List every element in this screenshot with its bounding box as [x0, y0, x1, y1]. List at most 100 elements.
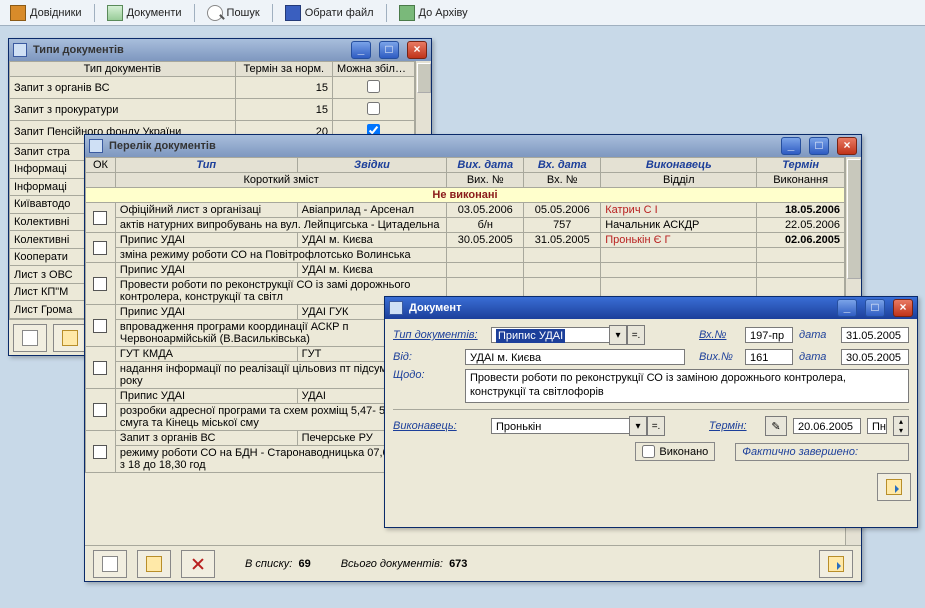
col-out-no[interactable]: Вих. № [447, 173, 524, 188]
executor-combo[interactable]: Пронькін ▾ =. [491, 416, 665, 436]
cell-ok[interactable] [86, 389, 116, 431]
delete-record-button[interactable] [181, 550, 215, 578]
titlebar-document[interactable]: Документ _ □ × [385, 297, 917, 319]
titlebar-doc-types[interactable]: Типи документів _ □ × [9, 39, 431, 61]
from-field[interactable]: УДАІ м. Києва [465, 349, 685, 365]
table-row[interactable]: Запит з прокуратури15 [10, 99, 415, 121]
col-from[interactable]: Звідки [297, 158, 447, 173]
can-inc-checkbox[interactable] [367, 80, 380, 93]
toolbar-to-archive[interactable]: До Архіву [395, 3, 472, 23]
col-can-inc[interactable]: Можна збільш. [332, 62, 414, 77]
in-no-field[interactable]: 197-пр [745, 327, 793, 343]
out-date-field[interactable]: 30.05.2005 [841, 349, 909, 365]
cell-ok[interactable] [86, 203, 116, 233]
table-row-detail[interactable]: актів натурних випробувань на вул. Лейпц… [86, 218, 845, 233]
close-button[interactable]: × [837, 137, 857, 155]
cell-ok[interactable] [86, 431, 116, 473]
toolbar-separator [386, 4, 387, 22]
cell-ok[interactable] [86, 347, 116, 389]
cell-can-inc [332, 77, 414, 99]
form-icon [13, 43, 27, 57]
title-document: Документ [409, 302, 461, 314]
scroll-thumb[interactable] [417, 63, 431, 93]
toolbar-references[interactable]: Довідники [6, 3, 86, 23]
cell-executor: Катрич С І [601, 203, 757, 218]
minimize-button[interactable]: _ [781, 137, 801, 155]
term-date-field[interactable]: 20.06.2005 [793, 418, 861, 434]
book-icon [10, 5, 26, 21]
out-no-field[interactable]: 161 [745, 349, 793, 365]
col-type[interactable]: Тип [115, 158, 297, 173]
term-spin[interactable]: ▴▾ [893, 416, 909, 436]
chevron-down-icon[interactable]: ▾ [609, 325, 627, 345]
edit-record-button[interactable] [137, 550, 171, 578]
done-checkbox[interactable] [642, 445, 655, 458]
new-icon [102, 556, 118, 572]
in-date-field[interactable]: 31.05.2005 [841, 327, 909, 343]
col-in-no[interactable]: Вх. № [524, 173, 601, 188]
group-header-not-done[interactable]: Не виконані [86, 188, 845, 203]
new-icon [22, 330, 38, 346]
cell-out-no [447, 248, 524, 263]
edit-record-button[interactable] [53, 324, 87, 352]
cell-ok[interactable] [86, 263, 116, 305]
toolbar-search-label: Пошук [227, 7, 260, 19]
col-short[interactable]: Короткий зміст [115, 173, 446, 188]
executor-value: Пронькін [491, 418, 629, 434]
label-from: Від: [393, 351, 459, 363]
cell-type: Припис УДАІ [115, 263, 297, 278]
table-row[interactable]: Припис УДАІУДАІ м. Києва30.05.200531.05.… [86, 233, 845, 248]
cell-type: Припис УДАІ [115, 233, 297, 248]
table-row[interactable]: Припис УДАІУДАІ м. Києва [86, 263, 845, 278]
col-term[interactable]: Термін [757, 158, 845, 173]
minimize-button[interactable]: _ [351, 41, 371, 59]
col-out-date[interactable]: Вих. дата [447, 158, 524, 173]
col-exec-date[interactable]: Виконання [757, 173, 845, 188]
col-dept[interactable]: Відділ [601, 173, 757, 188]
toolbar-documents-label: Документи [127, 7, 182, 19]
cell-type: Офіційний лист з організаці [115, 203, 297, 218]
close-button[interactable]: × [893, 299, 913, 317]
subject-field[interactable]: Провести роботи по реконструкції СО із з… [465, 369, 909, 403]
scroll-thumb[interactable] [847, 159, 861, 279]
cell-ok[interactable] [86, 305, 116, 347]
can-inc-checkbox[interactable] [367, 102, 380, 115]
maximize-button[interactable]: □ [809, 137, 829, 155]
titlebar-doc-list[interactable]: Перелік документів _ □ × [85, 135, 861, 157]
chevron-down-icon[interactable]: ▾ [629, 416, 647, 436]
label-doc-type: Тип документів: [393, 329, 485, 341]
table-row[interactable]: Офіційний лист з організаціАвіаприлад - … [86, 203, 845, 218]
maximize-button[interactable]: □ [865, 299, 885, 317]
done-checkbox-group[interactable]: Виконано [635, 442, 715, 461]
new-record-button[interactable] [93, 550, 127, 578]
col-ok[interactable]: ОК [86, 158, 116, 173]
table-row-detail[interactable]: зміна режиму роботи СО на Повітрофлотськ… [86, 248, 845, 263]
new-record-button[interactable] [13, 324, 47, 352]
form-icon [389, 301, 403, 315]
col-term[interactable]: Термін за норм. [235, 62, 332, 77]
delete-icon [190, 556, 206, 572]
cell-ok[interactable] [86, 233, 116, 263]
maximize-button[interactable]: □ [379, 41, 399, 59]
edit-icon [146, 556, 162, 572]
exit-button[interactable] [819, 550, 853, 578]
cell-short: зміна режиму роботи СО на Повітрофлотськ… [115, 248, 446, 263]
col-doc-type[interactable]: Тип документів [10, 62, 236, 77]
wand-icon[interactable]: ✎ [765, 416, 787, 436]
picker-button[interactable]: =. [647, 416, 665, 436]
picker-button[interactable]: =. [627, 325, 645, 345]
cell-term [757, 263, 845, 278]
diskette-icon [285, 5, 301, 21]
exit-button[interactable] [877, 473, 911, 501]
toolbar-search[interactable]: Пошук [203, 3, 264, 23]
doc-type-combo[interactable]: Припис УДАІ ▾ =. [491, 325, 645, 345]
toolbar-documents[interactable]: Документи [103, 3, 186, 23]
toolbar-choose-file[interactable]: Обрати файл [281, 3, 378, 23]
col-in-date[interactable]: Вх. дата [524, 158, 601, 173]
divider [393, 409, 909, 410]
toolbar-separator [194, 4, 195, 22]
close-button[interactable]: × [407, 41, 427, 59]
col-executor[interactable]: Виконавець [601, 158, 757, 173]
minimize-button[interactable]: _ [837, 299, 857, 317]
table-row[interactable]: Запит з органів ВС15 [10, 77, 415, 99]
